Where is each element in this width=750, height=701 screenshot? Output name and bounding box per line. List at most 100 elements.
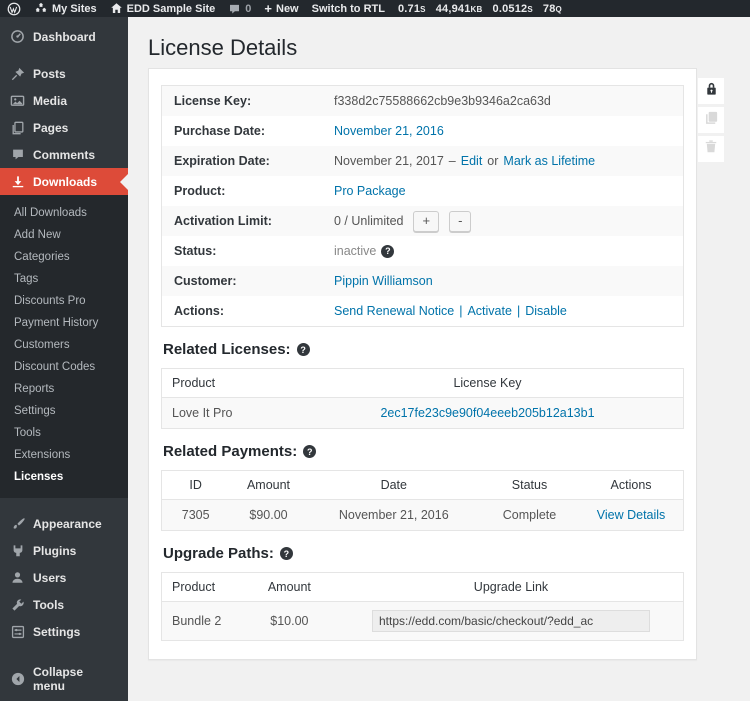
wrench-icon bbox=[10, 597, 25, 612]
sidebar-item-pages[interactable]: Pages bbox=[0, 114, 128, 141]
mark-as-lifetime-link[interactable]: Mark as Lifetime bbox=[503, 154, 595, 168]
site-name-menu[interactable]: EDD Sample Site bbox=[110, 2, 216, 15]
related-license-product: Love It Pro bbox=[162, 398, 293, 429]
upgrade-amount: $10.00 bbox=[240, 602, 339, 641]
page-title: License Details bbox=[148, 35, 750, 61]
related-licenses-heading: Related Licenses: bbox=[163, 341, 684, 358]
query-time: 0.0512s bbox=[493, 3, 533, 15]
sidebar-subitem-payment-history[interactable]: Payment History bbox=[0, 312, 128, 334]
purchase-date-row: Purchase Date: November 21, 2016 bbox=[162, 116, 683, 146]
network-icon bbox=[34, 2, 48, 15]
pages-icon bbox=[10, 120, 25, 135]
sidebar-subitem-add-new[interactable]: Add New bbox=[0, 224, 128, 246]
sidebar-subitem-tags[interactable]: Tags bbox=[0, 268, 128, 290]
increase-limit-button[interactable]: + bbox=[413, 211, 439, 232]
downloads-submenu: All Downloads Add New Categories Tags Di… bbox=[0, 195, 128, 498]
sidebar-item-media[interactable]: Media bbox=[0, 87, 128, 114]
customer-link[interactable]: Pippin Williamson bbox=[334, 274, 433, 288]
edit-expiration-link[interactable]: Edit bbox=[461, 154, 483, 168]
switch-to-rtl-link[interactable]: Switch to RTL bbox=[312, 3, 385, 15]
related-license-key-link[interactable]: 2ec17fe23c9e90f04eeeb205b12a13b1 bbox=[380, 406, 594, 420]
paintbrush-icon bbox=[10, 516, 25, 531]
action-separator: | bbox=[517, 304, 520, 318]
actions-row: Actions: Send Renewal Notice | Activate … bbox=[162, 296, 683, 326]
upgrade-paths-help-icon[interactable] bbox=[280, 547, 293, 560]
sidebar-subitem-settings[interactable]: Settings bbox=[0, 400, 128, 422]
new-content-menu[interactable]: + New bbox=[264, 3, 298, 15]
send-renewal-notice-link[interactable]: Send Renewal Notice bbox=[334, 304, 454, 318]
sidebar-item-comments[interactable]: Comments bbox=[0, 141, 128, 168]
upgrade-link-input[interactable] bbox=[372, 610, 650, 632]
sidebar-item-appearance[interactable]: Appearance bbox=[0, 510, 128, 537]
separator-dash: – bbox=[449, 154, 456, 168]
sidebar-item-plugins[interactable]: Plugins bbox=[0, 537, 128, 564]
purchase-date-link[interactable]: November 21, 2016 bbox=[334, 124, 444, 138]
expiration-date-row: Expiration Date: November 21, 2017 – Edi… bbox=[162, 146, 683, 176]
sidebar-subitem-all-downloads[interactable]: All Downloads bbox=[0, 202, 128, 224]
delete-button[interactable] bbox=[698, 136, 724, 162]
sidebar-subitem-discounts-pro[interactable]: Discounts Pro bbox=[0, 290, 128, 312]
activate-link[interactable]: Activate bbox=[467, 304, 511, 318]
license-key-row: License Key: f338d2c75588662cb9e3b9346a2… bbox=[162, 86, 683, 116]
sidebar-item-dashboard[interactable]: Dashboard bbox=[0, 23, 128, 50]
sidebar-item-users[interactable]: Users bbox=[0, 564, 128, 591]
payment-date: November 21, 2016 bbox=[308, 500, 480, 531]
admin-sidebar: Dashboard Posts Media Pages bbox=[0, 17, 128, 701]
my-sites-menu[interactable]: My Sites bbox=[34, 2, 97, 15]
admin-bar: My Sites EDD Sample Site 0 + New Switch … bbox=[0, 0, 750, 17]
sidebar-subitem-licenses[interactable]: Licenses bbox=[0, 466, 128, 488]
upgrade-product: Bundle 2 bbox=[162, 602, 240, 641]
disable-link[interactable]: Disable bbox=[525, 304, 567, 318]
home-icon bbox=[110, 2, 123, 15]
payment-row: 7305 $90.00 November 21, 2016 Complete V… bbox=[162, 500, 684, 531]
license-details-table: License Key: f338d2c75588662cb9e3b9346a2… bbox=[161, 85, 684, 327]
sidebar-item-tools[interactable]: Tools bbox=[0, 591, 128, 618]
collapse-menu-button[interactable]: Collapse menu bbox=[0, 659, 128, 699]
sidebar-subitem-extensions[interactable]: Extensions bbox=[0, 444, 128, 466]
user-icon bbox=[10, 570, 25, 585]
sidebar-subitem-tools[interactable]: Tools bbox=[0, 422, 128, 444]
pushpin-icon bbox=[10, 66, 25, 81]
plus-icon: + bbox=[264, 3, 272, 14]
status-value: inactive bbox=[334, 244, 376, 258]
trash-icon bbox=[704, 139, 718, 159]
screen: My Sites EDD Sample Site 0 + New Switch … bbox=[0, 0, 750, 701]
content-area: License Details License Key: f338d2c7558… bbox=[128, 17, 750, 701]
wordpress-logo-icon[interactable] bbox=[7, 2, 21, 16]
payment-status: Complete bbox=[480, 500, 579, 531]
license-key-value: f338d2c75588662cb9e3b9346a2ca63d bbox=[334, 94, 551, 108]
or-text: or bbox=[487, 154, 498, 168]
sidebar-subitem-categories[interactable]: Categories bbox=[0, 246, 128, 268]
action-separator: | bbox=[459, 304, 462, 318]
activation-limit-row: Activation Limit: 0 / Unlimited + - bbox=[162, 206, 683, 236]
settings-panel-icon bbox=[10, 624, 25, 639]
sidebar-item-posts[interactable]: Posts bbox=[0, 60, 128, 87]
related-licenses-help-icon[interactable] bbox=[297, 343, 310, 356]
comment-bubble-icon bbox=[228, 3, 241, 15]
page-load-time: 0.71s bbox=[398, 3, 426, 15]
sidebar-subitem-discount-codes[interactable]: Discount Codes bbox=[0, 356, 128, 378]
duplicate-button[interactable] bbox=[698, 107, 724, 133]
sidebar-item-settings[interactable]: Settings bbox=[0, 618, 128, 645]
view-details-link[interactable]: View Details bbox=[597, 508, 666, 522]
status-row: Status: inactive bbox=[162, 236, 683, 266]
lock-button[interactable] bbox=[698, 78, 724, 104]
query-count: 78q bbox=[543, 3, 562, 15]
download-icon bbox=[10, 174, 25, 189]
lock-icon bbox=[704, 81, 719, 102]
sidebar-subitem-customers[interactable]: Customers bbox=[0, 334, 128, 356]
status-help-icon[interactable] bbox=[381, 245, 394, 258]
collapse-arrow-icon bbox=[10, 672, 25, 687]
sidebar-item-downloads[interactable]: Downloads bbox=[0, 168, 128, 195]
product-link[interactable]: Pro Package bbox=[334, 184, 406, 198]
media-icon bbox=[10, 93, 25, 108]
decrease-limit-button[interactable]: - bbox=[449, 211, 471, 232]
payment-amount: $90.00 bbox=[229, 500, 307, 531]
comments-indicator[interactable]: 0 bbox=[228, 3, 251, 15]
payment-id: 7305 bbox=[162, 500, 230, 531]
sidebar-subitem-reports[interactable]: Reports bbox=[0, 378, 128, 400]
related-license-row: Love It Pro 2ec17fe23c9e90f04eeeb205b12a… bbox=[162, 398, 684, 429]
related-payments-help-icon[interactable] bbox=[303, 445, 316, 458]
related-licenses-table: Product License Key Love It Pro 2ec17fe2… bbox=[161, 368, 684, 429]
comments-bubble-icon bbox=[10, 147, 25, 162]
